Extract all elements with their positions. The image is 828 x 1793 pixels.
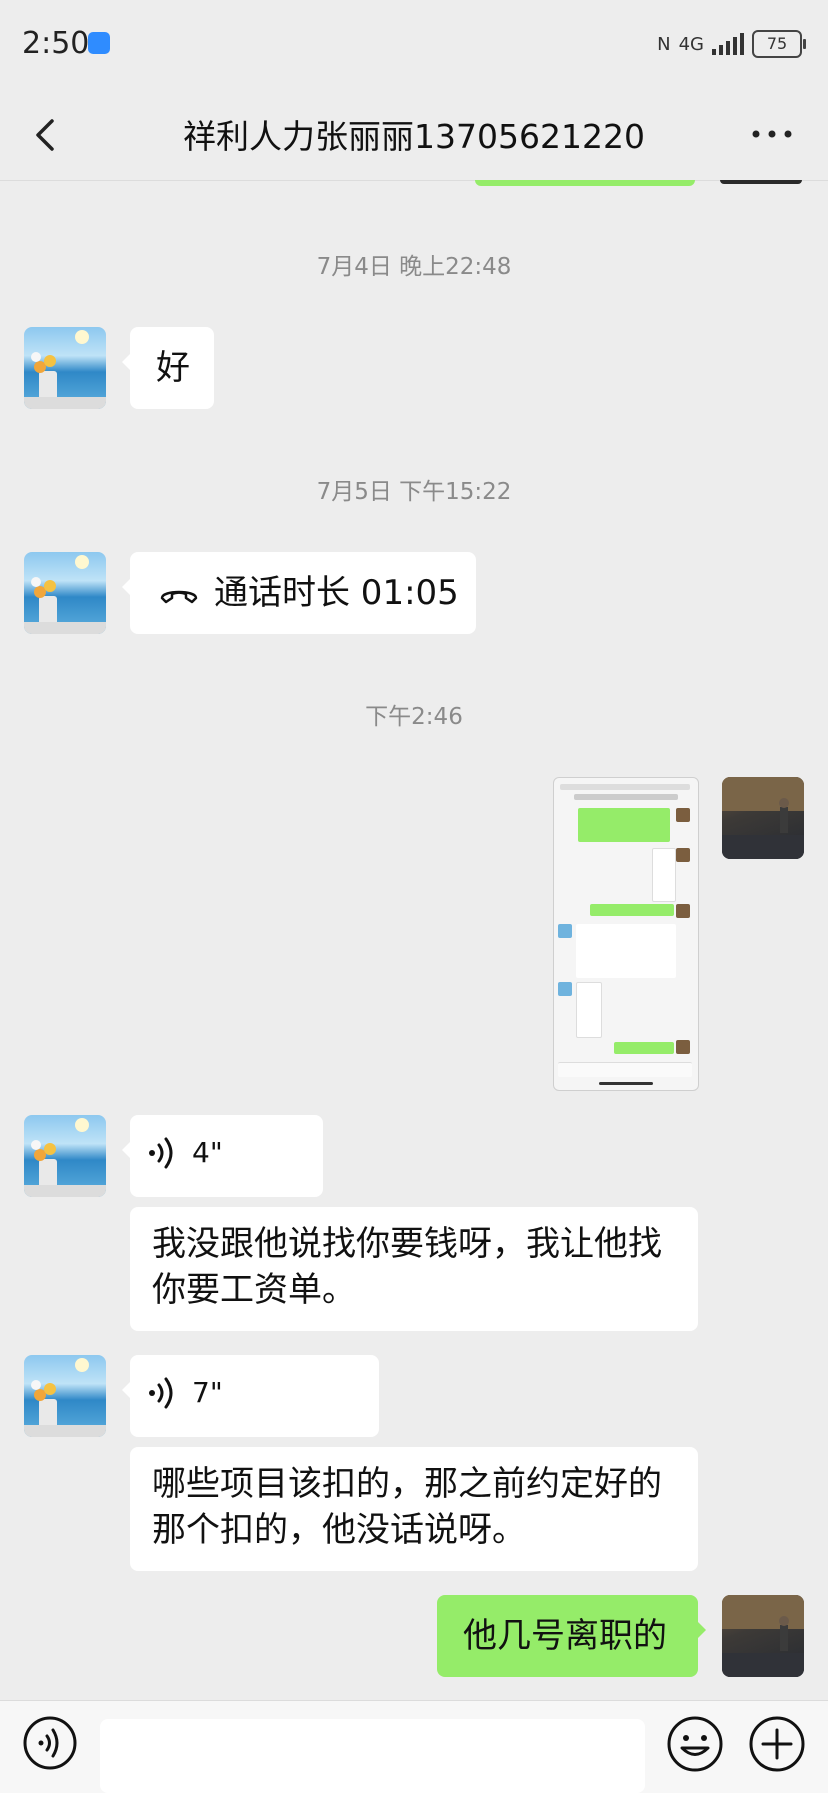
nfc-icon: N	[657, 33, 671, 55]
contact-avatar[interactable]	[24, 552, 106, 634]
voice-transcript: 哪些项目该扣的，那之前约定好的那个扣的，他没话说呀。	[130, 1447, 698, 1571]
voice-transcript: 我没跟他说找你要钱呀，我让他找你要工资单。	[130, 1207, 698, 1331]
contact-avatar[interactable]	[24, 1355, 106, 1437]
message-input[interactable]	[100, 1719, 645, 1793]
chat-header: 祥利人力张丽丽13705621220	[0, 90, 828, 181]
sent-image-message[interactable]	[553, 777, 699, 1091]
status-indicators: N 4G 75	[657, 30, 806, 58]
timestamp: 7月5日 下午15:22	[316, 479, 512, 505]
battery-icon: 75	[752, 30, 806, 58]
signal-icon	[712, 33, 744, 55]
my-avatar[interactable]	[722, 777, 804, 859]
input-bar	[0, 1700, 828, 1793]
chat-title: 祥利人力张丽丽13705621220	[183, 117, 645, 156]
voice-wave-icon	[149, 1137, 173, 1169]
status-bar: 2:50 N 4G 75	[0, 0, 828, 90]
emoji-icon[interactable]	[666, 1715, 724, 1773]
status-time: 2:50	[22, 26, 90, 61]
contact-avatar[interactable]	[24, 327, 106, 409]
timestamp: 下午2:46	[365, 704, 463, 730]
network-label: 4G	[678, 33, 704, 55]
voice-duration: 7"	[192, 1376, 223, 1409]
phone-hangup-icon	[160, 590, 198, 604]
voice-wave-icon	[149, 1377, 173, 1409]
voice-input-icon[interactable]	[22, 1715, 78, 1771]
message-text: 他几号离职的	[463, 1616, 667, 1656]
previous-avatar-edge	[720, 180, 802, 184]
call-duration-text: 通话时长 01:05	[214, 573, 459, 613]
my-avatar[interactable]	[722, 1595, 804, 1677]
voice-duration: 4"	[192, 1136, 223, 1169]
plus-icon[interactable]	[748, 1715, 806, 1773]
previous-message-edge	[475, 180, 695, 186]
message-text: 好	[156, 348, 190, 388]
call-record-bubble[interactable]: 通话时长 01:05	[122, 552, 476, 634]
contact-avatar[interactable]	[24, 1115, 106, 1197]
more-dots-icon[interactable]	[752, 130, 792, 138]
voice-message-bubble[interactable]: 7"	[122, 1355, 379, 1437]
message-bubble[interactable]: 他几号离职的	[437, 1595, 706, 1677]
timestamp: 7月4日 晚上22:48	[316, 254, 512, 280]
message-bubble[interactable]: 好	[122, 327, 214, 409]
voice-message-bubble[interactable]: 4"	[122, 1115, 323, 1197]
search-app-icon	[88, 32, 110, 54]
